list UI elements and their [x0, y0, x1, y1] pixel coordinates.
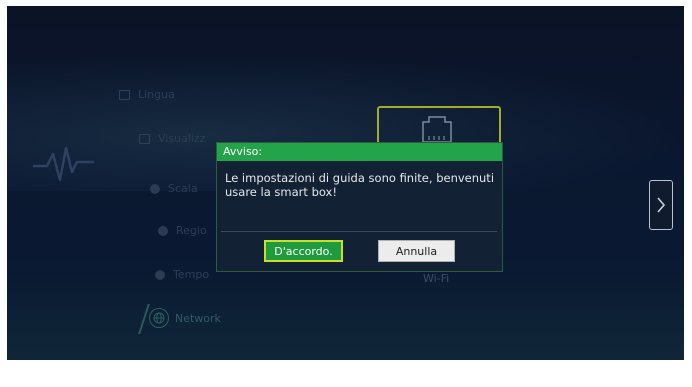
clock-icon	[155, 269, 165, 280]
dialog-message: Le impostazioni di guida sono finite, be…	[225, 171, 495, 199]
language-icon	[119, 89, 130, 100]
menu-item-lingua[interactable]: Lingua	[119, 88, 175, 101]
menu-item-regione[interactable]: Regio	[158, 224, 207, 237]
scale-icon	[150, 183, 160, 194]
ethernet-icon	[422, 116, 452, 143]
menu-item-label: Regio	[176, 224, 207, 237]
display-icon	[139, 133, 150, 144]
next-page-button[interactable]	[649, 180, 673, 230]
menu-item-visualizzazione[interactable]: Visualizz	[139, 132, 205, 145]
menu-item-label: Network	[175, 311, 221, 325]
menu-item-scala[interactable]: Scala	[150, 182, 198, 195]
menu-item-label: Lingua	[138, 88, 175, 101]
confirm-button[interactable]: D'accordo.	[264, 240, 343, 262]
dialog-title: Avviso:	[217, 143, 502, 161]
cancel-button[interactable]: Annulla	[378, 240, 455, 262]
dialog-divider	[221, 231, 497, 232]
chevron-right-icon	[657, 197, 666, 213]
menu-item-network[interactable]: Network	[149, 308, 221, 328]
region-icon	[158, 225, 168, 236]
heartbeat-icon	[33, 146, 95, 182]
menu-item-tempo[interactable]: Tempo	[155, 268, 209, 281]
menu-item-label: Tempo	[173, 268, 210, 281]
background-texture	[7, 270, 684, 360]
tv-screen: Lingua Visualizz Scala Regio Tempo Netwo…	[7, 6, 684, 360]
menu-item-label: Scala	[168, 182, 198, 195]
notice-dialog: Avviso: Le impostazioni di guida sono fi…	[216, 142, 503, 272]
globe-icon	[149, 308, 169, 328]
wifi-label[interactable]: Wi-Fi	[423, 272, 449, 285]
menu-item-label: Visualizz	[158, 132, 206, 145]
